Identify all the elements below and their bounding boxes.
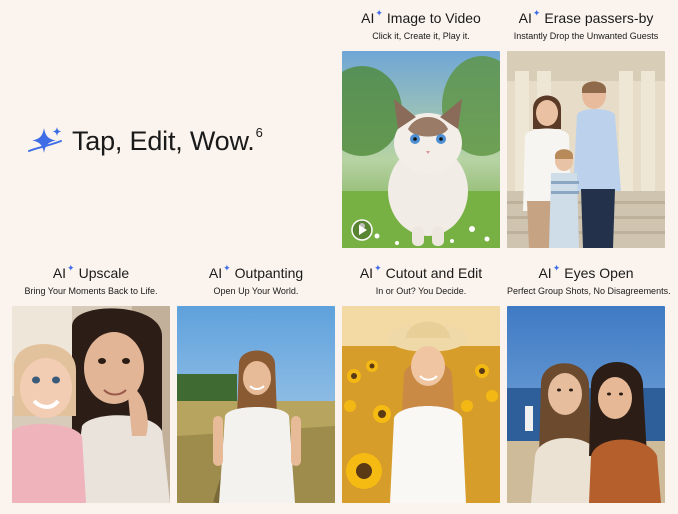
feature-subtitle: In or Out? You Decide. [375, 286, 467, 296]
feature-card-upscale: AI ✦ Upscale Bring Your Moments Back to L… [12, 264, 170, 297]
photo-family-building[interactable] [507, 51, 665, 248]
hero-footnote: 6 [255, 124, 263, 140]
feature-card-outpanting: AI ✦ Outpanting Open Up Your World. [177, 264, 335, 297]
feature-card-image-to-video: AI ✦ Image to Video Click it, Create it, … [342, 9, 500, 42]
feature-title: AI ✦ Eyes Open [538, 263, 634, 282]
photo-girl-sunflowers[interactable] [342, 306, 500, 503]
hero-title: Tap, Edit, Wow.6 [72, 124, 263, 156]
photo-mother-daughter-selfie[interactable] [12, 306, 170, 503]
feature-title: AI ✦ Cutout and Edit [359, 263, 483, 282]
feature-subtitle: Instantly Drop the Unwanted Guests [513, 31, 659, 41]
feature-subtitle: Perfect Group Shots, No Disagreements. [507, 286, 671, 296]
feature-subtitle: Open Up Your World. [213, 286, 299, 296]
spark-icon: ✦ [374, 263, 382, 273]
spark-icon: ✦ [375, 8, 383, 18]
feature-title: AI ✦ Outpanting [208, 263, 304, 282]
spark-icon: ✦ [532, 8, 541, 18]
spark-icon: ✦ [552, 263, 561, 273]
spark-icon: ✦ [67, 263, 75, 273]
feature-card-erase-passers-by: AI ✦ Erase passers-by Instantly Drop the … [507, 9, 665, 42]
photo-cat-meadow[interactable] [342, 51, 500, 248]
feature-card-cutout-and-edit: AI ✦ Cutout and Edit In or Out? You Decid… [342, 264, 500, 297]
play-icon [351, 219, 373, 241]
feature-title: AI ✦ Upscale [52, 263, 130, 282]
feature-subtitle: Bring Your Moments Back to Life. [24, 286, 158, 296]
sparkle-icon [28, 127, 62, 153]
spark-icon: ✦ [223, 263, 231, 273]
feature-subtitle: Click it, Create it, Play it. [372, 31, 470, 41]
photo-two-women-sea[interactable] [507, 306, 665, 503]
photo-woman-meadow[interactable] [177, 306, 335, 503]
feature-title: AI ✦ Image to Video [361, 8, 481, 27]
feature-title: AI ✦ Erase passers-by [518, 8, 654, 27]
feature-card-eyes-open: AI ✦ Eyes Open Perfect Group Shots, No Di… [507, 263, 671, 297]
hero: Tap, Edit, Wow.6 [26, 125, 263, 157]
